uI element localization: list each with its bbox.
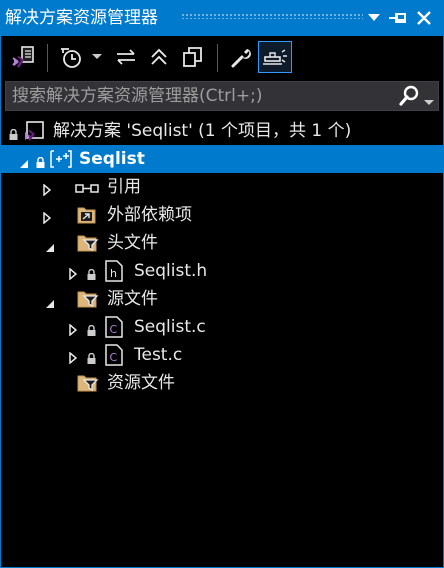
expanded-arrow-icon[interactable] [45, 238, 55, 258]
expanded-arrow-icon[interactable] [19, 154, 29, 174]
external-dependencies-label: 外部依赖项 [107, 205, 192, 225]
title-bar-grip[interactable] [181, 13, 363, 19]
wrench-properties-icon [231, 49, 251, 68]
svg-text:C: C [110, 351, 118, 364]
copy-windows-icon [183, 47, 202, 67]
tree-item-external-dependencies[interactable]: 外部依赖项 [1, 201, 443, 229]
toolbar-separator [47, 44, 48, 72]
seqlist-h-label: Seqlist.h [134, 261, 208, 281]
filter-folder-icon [77, 373, 99, 398]
history-clock-icon [61, 48, 81, 68]
window-menu-dropdown-icon[interactable] [363, 6, 385, 30]
pending-changes-filter-button[interactable] [56, 41, 86, 73]
search-options-dropdown-icon[interactable] [424, 91, 434, 110]
solution-icon [23, 120, 45, 147]
project-label: Seqlist [79, 149, 145, 169]
sync-arrows-icon [117, 49, 135, 65]
solution-label: 解决方案 'Seqlist' (1 个项目，共 1 个) [53, 121, 352, 141]
references-icon [75, 180, 101, 200]
svg-text:h: h [110, 267, 117, 280]
external-dependencies-icon [77, 205, 97, 230]
search-input[interactable] [6, 82, 398, 110]
c-source-file-icon: C [105, 316, 123, 343]
lock-icon [9, 125, 18, 145]
tree-item-header-files[interactable]: 头文件 [1, 229, 443, 257]
lock-icon [36, 153, 45, 173]
tree-item-project[interactable]: Seqlist [1, 145, 443, 173]
filter-folder-icon [77, 289, 99, 314]
collapsed-arrow-icon[interactable] [43, 209, 52, 229]
toolbar [1, 36, 443, 79]
preview-selected-items-button[interactable] [258, 41, 292, 73]
vs-solution-switch-icon [12, 46, 34, 68]
switch-views-button[interactable] [9, 41, 39, 73]
seqlist-c-label: Seqlist.c [134, 317, 206, 337]
sync-with-active-document-button[interactable] [111, 41, 141, 73]
resource-files-label: 资源文件 [107, 373, 175, 393]
lock-icon [87, 349, 96, 369]
collapsed-arrow-icon[interactable] [69, 321, 78, 341]
collapse-all-button[interactable] [144, 41, 174, 73]
pending-changes-dropdown[interactable] [89, 41, 105, 73]
dropdown-arrow-icon [92, 54, 102, 59]
tree-item-source-files[interactable]: 源文件 [1, 285, 443, 313]
lock-icon [87, 321, 96, 341]
collapsed-arrow-icon[interactable] [69, 349, 78, 369]
collapsed-arrow-icon[interactable] [69, 265, 78, 285]
tree-item-test-c[interactable]: C Test.c [1, 341, 443, 369]
title-bar: 解决方案资源管理器 [1, 1, 443, 36]
tree-item-solution[interactable]: 解决方案 'Seqlist' (1 个项目，共 1 个) [1, 117, 443, 145]
expanded-arrow-icon[interactable] [45, 294, 55, 314]
search-icon[interactable] [398, 85, 420, 111]
filter-folder-icon [77, 233, 99, 258]
source-files-label: 源文件 [107, 289, 158, 309]
test-c-label: Test.c [134, 345, 183, 365]
tree-item-references[interactable]: 引用 [1, 173, 443, 201]
cpp-project-icon [50, 149, 72, 174]
header-file-icon: h [105, 260, 123, 287]
lock-icon [87, 265, 96, 285]
solution-explorer-window: 解决方案资源管理器 搜索解决方案资源管理器(Ctrl+;) 解决方案 'Seql… [0, 0, 444, 568]
search-box [5, 81, 439, 111]
preview-pin-icon [263, 49, 287, 65]
header-files-label: 头文件 [107, 233, 158, 253]
tree-item-resource-files[interactable]: 资源文件 [1, 369, 443, 397]
toolbar-separator [217, 44, 218, 72]
references-label: 引用 [107, 177, 141, 197]
collapse-all-icon [151, 48, 167, 65]
properties-button[interactable] [226, 41, 256, 73]
window-title: 解决方案资源管理器 [5, 8, 158, 28]
c-source-file-icon: C [105, 344, 123, 371]
new-solution-view-button[interactable] [178, 41, 208, 73]
tree-item-seqlist-h[interactable]: h Seqlist.h [1, 257, 443, 285]
tree-item-seqlist-c[interactable]: C Seqlist.c [1, 313, 443, 341]
svg-text:C: C [110, 323, 118, 336]
collapsed-arrow-icon[interactable] [43, 181, 52, 201]
close-icon[interactable] [413, 6, 435, 30]
pin-icon[interactable] [387, 6, 409, 30]
